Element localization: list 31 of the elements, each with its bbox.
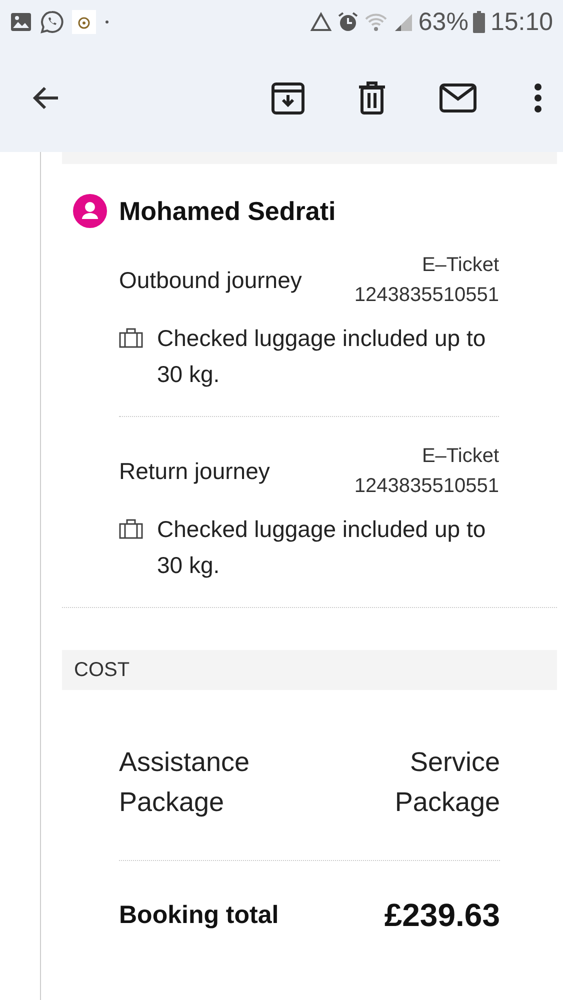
section-heading: COST bbox=[74, 658, 130, 682]
archive-button[interactable] bbox=[271, 81, 305, 115]
suitcase-icon bbox=[119, 519, 143, 539]
ticket-label: E–Ticket bbox=[422, 253, 499, 278]
ticket-number: 1243835510551 bbox=[354, 474, 499, 499]
battery-icon bbox=[473, 11, 486, 33]
app-icon bbox=[72, 10, 96, 34]
alarm-icon bbox=[337, 11, 360, 33]
journey-label: Outbound journey bbox=[119, 266, 302, 294]
cost-label: Assistance Package bbox=[119, 746, 251, 819]
ticket-label: E–Ticket bbox=[422, 444, 499, 469]
total-label: Booking total bbox=[119, 901, 279, 930]
dot-icon bbox=[104, 19, 110, 25]
signal-icon bbox=[393, 12, 414, 32]
delete-button[interactable] bbox=[357, 81, 387, 115]
wifi-icon bbox=[364, 12, 388, 32]
luggage-text: Checked luggage included up to 30 kg. bbox=[157, 515, 487, 580]
suitcase-icon bbox=[119, 328, 143, 348]
battery-percent: 63% bbox=[418, 8, 468, 36]
more-button[interactable] bbox=[533, 82, 543, 114]
luggage-text: Checked luggage included up to 30 kg. bbox=[157, 324, 487, 389]
total-amount: £239.63 bbox=[384, 897, 500, 934]
passenger-name: Mohamed Sedrati bbox=[119, 196, 336, 226]
clock-time: 15:10 bbox=[490, 8, 553, 36]
chat-icon bbox=[40, 10, 64, 34]
gallery-icon bbox=[10, 12, 32, 32]
person-icon bbox=[73, 194, 107, 228]
ticket-number: 1243835510551 bbox=[354, 283, 499, 308]
mail-button[interactable] bbox=[439, 83, 477, 113]
cost-value: Service Package bbox=[394, 746, 500, 819]
journey-label: Return journey bbox=[119, 458, 270, 484]
